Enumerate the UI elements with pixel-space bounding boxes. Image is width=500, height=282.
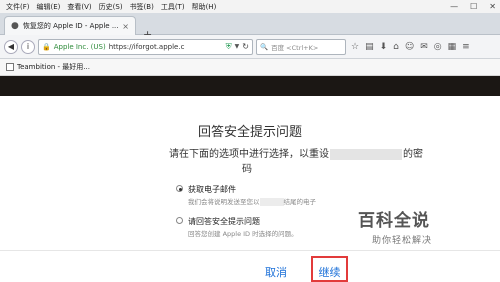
shield-icon[interactable]: ⛨ — [226, 42, 232, 52]
reader-icon[interactable]: ▤ — [365, 42, 374, 52]
watermark: 百科全说 助你轻松解决 — [358, 206, 468, 246]
option-email-label: 获取电子邮件 — [188, 185, 236, 194]
subtitle-text-end: 的密 — [403, 149, 423, 160]
menu-bar: 文件(F) 编辑(E) 查看(V) 历史(S) 书签(B) 工具(T) 帮助(H… — [0, 0, 500, 13]
download-icon[interactable]: ⬇ — [380, 42, 388, 52]
chevron-down-icon[interactable]: ▼ — [235, 43, 240, 50]
maximize-icon[interactable]: ☐ — [470, 2, 477, 11]
back-icon[interactable]: ◀ — [4, 39, 18, 54]
toolbar-icons: ☆ ▤ ⬇ ⌂ ☺ ✉ ◎ ▦ ≡ — [351, 42, 470, 52]
redacted-block — [259, 198, 284, 206]
continue-label: 继续 — [318, 266, 341, 279]
option-questions-label: 请回答安全提示问题 — [188, 217, 260, 226]
apple-icon: ● — [11, 21, 19, 31]
info-icon[interactable]: i — [21, 39, 35, 54]
close-window-icon[interactable]: ✕ — [489, 2, 496, 11]
menu-history[interactable]: 历史(S) — [99, 2, 123, 12]
dialog-subtitle: 请在下面的选项中进行选择，以重设 的密 — [169, 145, 423, 160]
option-email-desc-text: 我们会将说明发送至您以 — [188, 198, 260, 206]
reload-icon[interactable]: ↻ — [242, 42, 249, 51]
option-email-desc-end: 结尾的电子 — [283, 198, 317, 206]
option-email-desc: 我们会将说明发送至您以 结尾的电子 — [188, 196, 316, 206]
star-icon[interactable]: ☆ — [351, 42, 359, 52]
bookmark-teambition[interactable]: Teambition - 最好用... — [17, 62, 90, 72]
menu-tools[interactable]: 工具(T) — [161, 2, 185, 12]
address-bar[interactable]: 🔒 Apple Inc. (US) https://iforgot.apple.… — [38, 38, 253, 55]
subtitle-wrap: 码 — [242, 164, 252, 175]
cancel-button[interactable]: 取消 — [265, 264, 287, 280]
tab-strip: ● 恢复您的 Apple ID - Apple ... × + — [0, 13, 500, 41]
mail-icon[interactable]: ✉ — [420, 42, 428, 52]
sync-icon[interactable]: ◎ — [434, 42, 442, 52]
subtitle-text: 请在下面的选项中进行选择，以重设 — [169, 149, 329, 160]
menu-bookmarks[interactable]: 书签(B) — [130, 2, 154, 12]
search-engine-icon: 🔍 — [260, 42, 269, 51]
tab-apple-id[interactable]: ● 恢复您的 Apple ID - Apple ... × — [4, 16, 136, 35]
home-icon[interactable]: ⌂ — [393, 42, 399, 52]
site-identity: Apple Inc. (US) — [53, 42, 106, 51]
bookmarks-bar: Teambition - 最好用... — [0, 59, 500, 76]
recovery-dialog: 回答安全提示问题 请在下面的选项中进行选择，以重设 的密 码 获取电子邮件 我们会… — [0, 96, 500, 282]
menu-edit[interactable]: 编辑(E) — [37, 2, 61, 12]
lock-icon: 🔒 — [42, 42, 51, 51]
puzzle-icon[interactable]: ▦ — [448, 42, 457, 52]
radio-questions[interactable] — [176, 217, 183, 224]
continue-button[interactable]: 继续 — [311, 256, 348, 282]
dialog-title: 回答安全提示问题 — [197, 125, 302, 140]
search-input[interactable]: 百度 <Ctrl+K> — [271, 42, 318, 52]
chat-icon[interactable]: ☺ — [405, 42, 414, 52]
window-controls: — ☐ ✕ — [450, 0, 496, 13]
watermark-title: 百科全说 — [358, 211, 430, 231]
menu-help[interactable]: 帮助(H) — [192, 2, 217, 12]
close-tab-icon[interactable]: × — [122, 22, 129, 31]
redacted-block — [330, 148, 402, 160]
divider — [0, 250, 500, 251]
minimize-icon[interactable]: — — [450, 2, 458, 11]
option-questions-desc: 回答您创建 Apple ID 时选择的问题。 — [188, 230, 298, 238]
radio-email[interactable] — [176, 185, 183, 192]
menu-file[interactable]: 文件(F) — [6, 2, 30, 12]
url-text[interactable]: https://iforgot.apple.c — [109, 43, 223, 51]
menu-icon[interactable]: ≡ — [462, 42, 470, 52]
tab-title: 恢复您的 Apple ID - Apple ... — [22, 22, 119, 30]
navigation-toolbar: ◀ i 🔒 Apple Inc. (US) https://iforgot.ap… — [0, 35, 500, 59]
menu-view[interactable]: 查看(V) — [67, 2, 91, 12]
search-box[interactable]: 🔍 百度 <Ctrl+K> — [256, 38, 346, 55]
watermark-subtitle: 助你轻松解决 — [372, 236, 433, 246]
page-header-band — [0, 76, 500, 96]
bookmark-icon — [6, 63, 14, 71]
